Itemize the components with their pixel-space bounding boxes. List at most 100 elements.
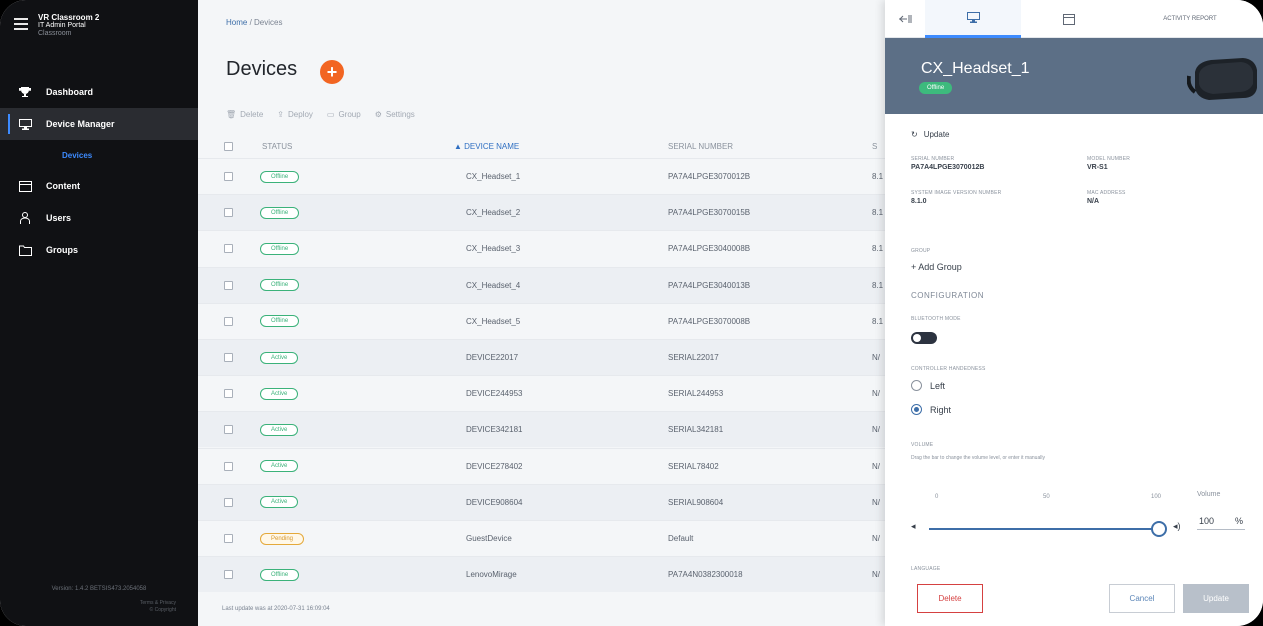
row-checkbox[interactable] (224, 425, 233, 435)
serial-number-cell: SERIAL78402 (668, 461, 719, 471)
serial-number-cell: PA7A4LPGE3070012B (668, 172, 751, 181)
extra-cell: 8.1 (872, 280, 884, 290)
add-group-button[interactable]: + Add Group (911, 262, 962, 272)
sidebar-subitem-devices[interactable]: Devices (0, 140, 198, 170)
firmware-label: SYSTEM IMAGE VERSION NUMBER (911, 190, 1002, 196)
serial-number-cell: PA7A4LPGE3040013B (668, 280, 751, 290)
table-row[interactable]: Offline CX_Headset_3 PA7A4LPGE3040008B 8.1 (198, 230, 888, 266)
sidebar-item-device-manager[interactable]: Device Manager (0, 108, 198, 140)
folder-icon (18, 244, 32, 256)
extra-cell: 8.1 (872, 244, 884, 254)
deploy-action[interactable]: ⇪ Deploy (277, 110, 313, 119)
table-row[interactable]: Active DEVICE278402 SERIAL78402 N/ (198, 447, 888, 484)
row-checkbox[interactable] (224, 497, 233, 507)
device-name-title: CX_Headset_1 (921, 60, 1030, 77)
folder-icon: ▭ (326, 110, 335, 119)
row-checkbox[interactable] (224, 316, 233, 326)
sidebar-item-label: Users (46, 213, 72, 223)
radio-left[interactable]: Left (911, 380, 945, 391)
sidebar-item-content[interactable]: Content (0, 170, 198, 202)
row-checkbox-cell (224, 376, 233, 411)
status-cell: Active (260, 412, 299, 447)
table-row[interactable]: Active DEVICE342181 SERIAL342181 N/ (198, 411, 888, 448)
calendar-icon (18, 180, 32, 192)
column-header-more[interactable]: S (872, 135, 877, 157)
settings-action[interactable]: ⚙ Settings (375, 110, 415, 119)
cancel-button[interactable]: Cancel (1109, 584, 1175, 613)
row-checkbox[interactable] (224, 280, 233, 290)
configuration-title: CONFIGURATION (911, 291, 985, 300)
hamburger-menu-icon[interactable] (14, 18, 28, 30)
row-checkbox-cell (224, 159, 233, 194)
vr-headset-image (1187, 58, 1257, 100)
status-cell: Active (260, 485, 299, 520)
volume-up-icon[interactable]: ◂) (1173, 521, 1181, 532)
delete-action[interactable]: 🗑 Delete (226, 110, 263, 119)
table-row[interactable]: Offline CX_Headset_2 PA7A4LPGE3070015B 8.1 (198, 194, 888, 231)
row-checkbox[interactable] (224, 244, 233, 254)
sidebar-item-dashboard[interactable]: Dashboard (0, 76, 198, 108)
table-row[interactable]: Pending GuestDevice Default N/ (198, 520, 888, 556)
row-checkbox[interactable] (224, 461, 233, 471)
radio-right[interactable]: Right (911, 404, 951, 415)
status-badge: Offline (919, 82, 953, 94)
monitor-icon (18, 118, 32, 130)
update-link[interactable]: ↻ Update (911, 130, 950, 139)
row-checkbox-cell (224, 195, 233, 230)
device-header: CX_Headset_1 Offline (885, 38, 1263, 114)
column-header-device-name[interactable]: ▲ DEVICE NAME (454, 135, 519, 157)
row-checkbox[interactable] (224, 534, 233, 543)
group-action[interactable]: ▭ Group (327, 110, 361, 119)
firmware-info: SYSTEM IMAGE VERSION NUMBER 8.1.0 (911, 190, 1001, 205)
row-checkbox-cell (224, 521, 233, 556)
column-header-status[interactable]: STATUS (262, 135, 292, 157)
tick-0: 0 (935, 494, 939, 500)
device-name-cell: DEVICE342181 (466, 425, 523, 435)
radio-left-label: Left (930, 380, 946, 391)
model-number-value: VR-S1 (1087, 164, 1108, 171)
row-checkbox[interactable] (224, 208, 233, 218)
row-checkbox[interactable] (224, 570, 233, 580)
table-toolbar: 🗑 Delete ⇪ Deploy ▭ Group ⚙ Settings (226, 110, 415, 119)
update-button[interactable]: Update (1183, 584, 1249, 613)
monitor-icon (966, 12, 980, 23)
row-checkbox-cell (224, 557, 233, 592)
serial-number-cell: PA7A4LPGE3040008B (668, 244, 751, 254)
table-row[interactable]: Active DEVICE244953 SERIAL244953 N/ (198, 375, 888, 411)
row-checkbox[interactable] (224, 172, 233, 181)
tab-device-details[interactable] (925, 0, 1021, 38)
collapse-panel-button[interactable] (885, 0, 925, 38)
volume-slider-track[interactable] (929, 528, 1159, 530)
table-row[interactable]: Offline CX_Headset_5 PA7A4LPGE3070008B 8.1 (198, 302, 888, 339)
add-device-button[interactable]: + (320, 60, 344, 84)
device-name-cell: DEVICE244953 (466, 389, 523, 399)
breadcrumb-home[interactable]: Home (226, 18, 247, 27)
table-row[interactable]: Active DEVICE908604 SERIAL908604 N/ (198, 483, 888, 520)
sidebar: VR Classroom 2 IT Admin Portal Classroom… (0, 0, 198, 626)
select-all-checkbox[interactable] (224, 141, 233, 151)
column-header-serial-number[interactable]: SERIAL NUMBER (668, 135, 733, 157)
volume-input[interactable]: 100 % (1197, 512, 1245, 530)
table-row[interactable]: Offline CX_Headset_4 PA7A4LPGE3040013B 8.1 (198, 266, 888, 303)
volume-slider-handle[interactable] (1151, 521, 1167, 537)
device-detail-panel: ACTIVITY REPORT CX_Headset_1 Offline ↻ Up… (885, 0, 1263, 626)
terms-link[interactable]: Terms & Privacy (140, 600, 176, 607)
sidebar-item-users[interactable]: Users (0, 202, 198, 234)
row-checkbox[interactable] (224, 389, 233, 399)
bluetooth-toggle[interactable] (911, 332, 937, 344)
table-row[interactable]: Active DEVICE22017 SERIAL22017 N/ (198, 339, 888, 375)
mac-address-label: MAC ADDRESS (1087, 190, 1126, 196)
row-checkbox[interactable] (224, 353, 233, 362)
row-checkbox-cell (224, 449, 233, 484)
delete-device-button[interactable]: Delete (917, 584, 983, 613)
trash-icon: 🗑 (226, 110, 237, 119)
status-badge: Pending (260, 532, 305, 545)
bluetooth-mode-label: BLUETOOTH MODE (911, 316, 961, 322)
sidebar-item-groups[interactable]: Groups (0, 234, 198, 266)
serial-number-cell: SERIAL22017 (668, 353, 719, 362)
tab-content[interactable] (1021, 0, 1117, 38)
tab-activity-report[interactable]: ACTIVITY REPORT (1117, 0, 1263, 38)
table-row[interactable]: Offline LenovoMirage PA7A4N0382300018 N/ (198, 556, 888, 593)
table-row[interactable]: Offline CX_Headset_1 PA7A4LPGE3070012B 8.1 (198, 158, 888, 194)
volume-down-icon[interactable]: ◂ (911, 521, 916, 532)
